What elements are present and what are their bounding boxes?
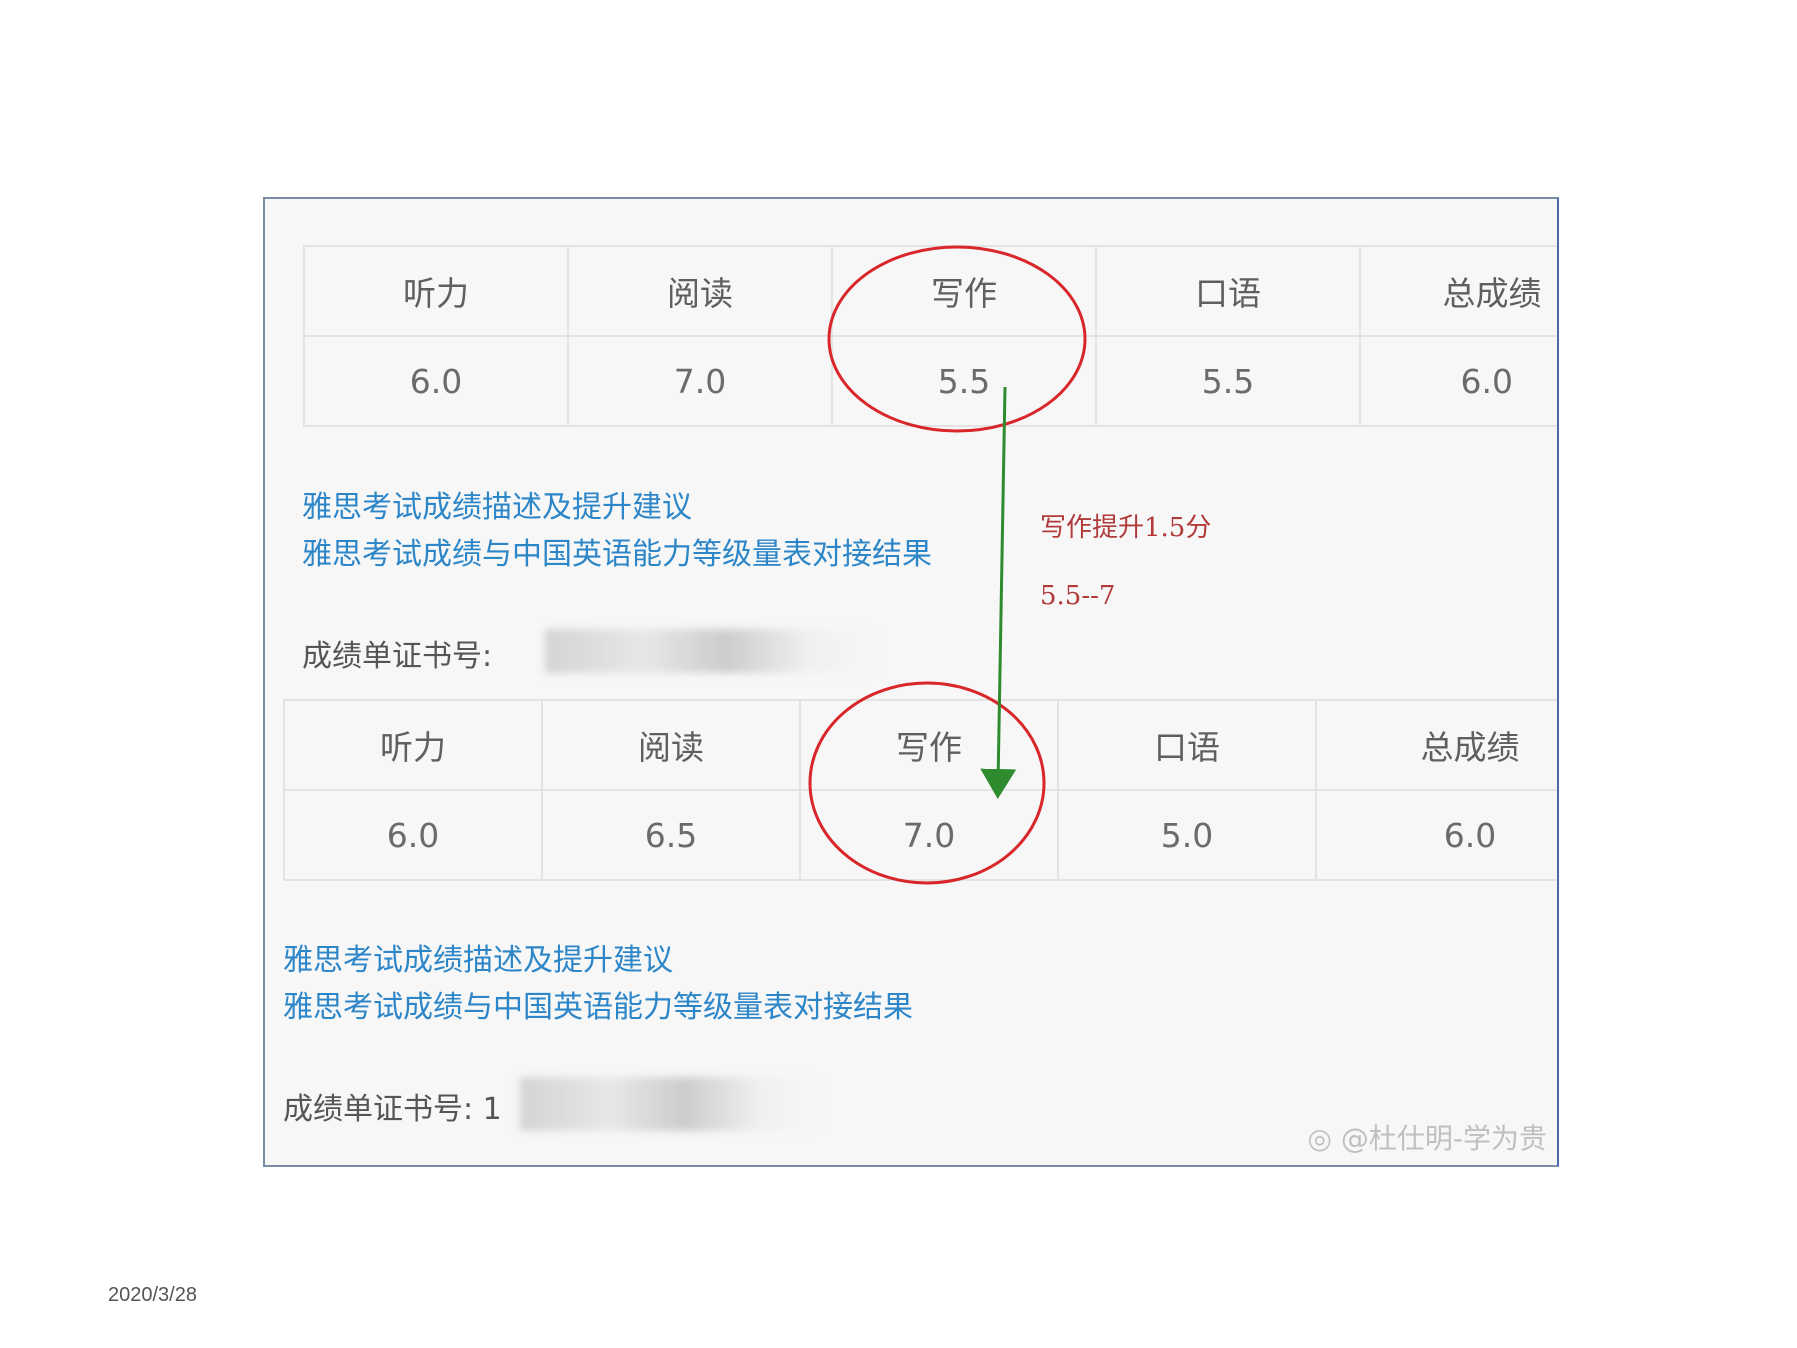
circle-writing-before — [827, 245, 1087, 433]
score-report-screenshot: 听力 阅读 写作 口语 总成绩 6.0 7.0 5.5 5.5 6.0 雅思考试… — [263, 197, 1559, 1167]
annotation-overlay — [808, 245, 1087, 885]
circle-writing-after — [808, 681, 1046, 885]
arrow-down — [980, 386, 1017, 799]
slide-date: 2020/3/28 — [108, 1284, 197, 1306]
